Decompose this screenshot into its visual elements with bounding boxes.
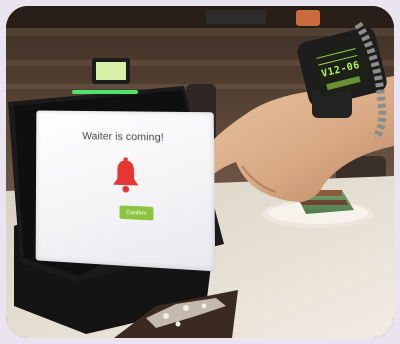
screen-title: Waiter is coming! (82, 131, 164, 144)
bell-icon (113, 157, 139, 193)
confirm-button[interactable]: Confirm (119, 205, 154, 221)
kiosk-screen: Waiter is coming! Confirm (35, 110, 216, 272)
photo: Waiter is coming! Confirm V12-06 (6, 6, 394, 338)
watch-bottom-bar (326, 76, 361, 91)
